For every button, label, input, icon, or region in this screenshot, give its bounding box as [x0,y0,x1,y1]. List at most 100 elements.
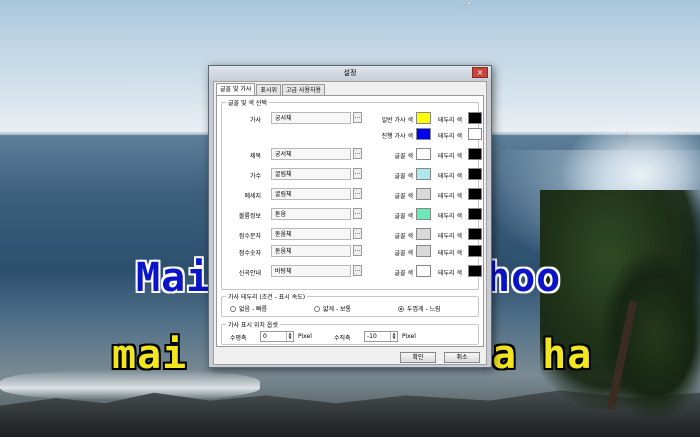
radio-outline-none[interactable]: 없음 - 빠름 [230,304,267,313]
color-label: 글꼴 색 [394,233,413,240]
color-label: 일반 가사 색 [381,117,413,124]
font-name-field[interactable]: 돋움체 [271,228,351,240]
color-swatch[interactable] [416,148,431,160]
radio-dot [230,305,236,312]
tab-display[interactable]: 표시위 [256,84,281,95]
dialog-titlebar[interactable]: 설정 × [209,66,491,80]
radio-label: 없음 - 빠름 [239,306,268,313]
mouse-pointer-icon: ➚ [463,0,472,11]
font-row-label: 볼륨정보 [238,213,261,220]
color-label: 글꼴 색 [394,213,413,220]
lyric-outline-group-title: 가사 테두리 (조건 - 표시 속도) [226,292,308,301]
color-swatch[interactable] [416,208,431,220]
color-swatch[interactable] [416,228,431,240]
spin-arrows-icon[interactable]: ▲ ▼ [390,332,397,341]
radio-label: 두껍게 - 느림 [407,306,441,313]
font-row-label: 제목 [249,153,261,160]
font-name-field[interactable]: 궁서체 [271,148,351,160]
outline-label: 테두리 색 [438,153,462,160]
font-row-label: 가사 [249,117,261,124]
color-swatch[interactable] [416,168,431,180]
karaoke-line1-right: hoo [486,255,562,301]
font-picker-button[interactable]: ... [353,208,362,219]
tab-advanced[interactable]: 고급 사용자용 [281,84,326,95]
vertical-label: 수직축 [334,335,351,342]
position-offset-group-title: 가사 표시 위치 옵셋 [226,320,280,329]
outline-label: 테두리 색 [438,173,462,180]
radio-label: 얇게 - 보통 [323,306,352,313]
horizontal-unit: Pixel [298,333,312,340]
font-name-field[interactable]: 돋움체 [271,245,351,257]
font-picker-button[interactable]: ... [353,245,362,256]
vertical-offset-value: -10 [367,333,377,340]
font-row: 점수숫자 돋움체... 글꼴 색 테두리 색 [223,245,483,258]
font-row-label: 점수숫자 [238,250,261,257]
outline-color-swatch[interactable] [468,245,482,257]
karaoke-line2-right: a ha [492,332,593,378]
settings-dialog: 설정 × 글꼴 및 가사 표시위 고급 사용자용 글꼴 및 색 선택 가사 궁서체… [208,65,492,368]
color-swatch[interactable] [416,245,431,257]
outline-color-swatch[interactable] [468,188,482,200]
color-swatch[interactable] [416,112,431,124]
font-row: 가사 궁서체... 일반 가사 색 테두리 색 [223,112,483,125]
font-row-label: 점수문자 [238,233,261,240]
tab-panel: 글꼴 및 색 선택 가사 궁서체... 일반 가사 색 테두리 색 진행 가사 색 테두리… [216,95,484,347]
tab-bar: 글꼴 및 가사 표시위 고급 사용자용 [216,83,326,95]
font-name-field[interactable]: 굴림체 [271,188,351,200]
font-name-field[interactable]: 굴림체 [271,168,351,180]
font-name-field[interactable]: 바탕체 [271,265,351,277]
cancel-button[interactable]: 취소 [444,352,480,363]
font-picker-button[interactable]: ... [353,228,362,239]
color-swatch[interactable] [416,188,431,200]
outline-label: 테두리 색 [438,117,462,124]
font-picker-button[interactable]: ... [353,112,362,123]
font-row: 제목 궁서체... 글꼴 색 테두리 색 [223,148,483,161]
ok-button[interactable]: 확인 [400,352,436,363]
font-name-field[interactable]: 궁서체 [271,112,351,124]
outline-color-swatch[interactable] [468,208,482,220]
horizontal-offset-value: 0 [263,333,267,340]
font-color-group-title: 글꼴 및 색 선택 [226,98,269,107]
color-swatch[interactable] [416,128,431,140]
lyric-outline-group: 가사 테두리 (조건 - 표시 속도) 없음 - 빠름 얇게 - 보통 두껍게 … [221,292,479,317]
radio-dot [398,305,404,312]
font-picker-button[interactable]: ... [353,148,362,159]
spin-arrows-icon[interactable]: ▲ ▼ [286,332,293,341]
font-row: 신곡안내 바탕체... 글꼴 색 테두리 색 [223,265,483,278]
font-picker-button[interactable]: ... [353,168,362,179]
radio-dot [314,305,320,312]
horizontal-offset-stepper[interactable]: 0 ▲ ▼ [260,331,294,342]
font-row: 볼륨정보 돋움... 글꼴 색 테두리 색 [223,208,483,221]
font-name-field[interactable]: 돋움 [271,208,351,220]
outline-label: 테두리 색 [438,213,462,220]
outline-label: 테두리 색 [438,270,462,277]
outline-color-swatch[interactable] [468,228,482,240]
outline-color-swatch[interactable] [468,265,482,277]
outline-color-swatch[interactable] [468,168,482,180]
radio-outline-thick[interactable]: 두껍게 - 느림 [398,304,441,313]
dialog-title: 설정 [343,69,357,77]
outline-color-swatch[interactable] [468,128,482,140]
font-row: 진행 가사 색 테두리 색 [223,128,483,141]
outline-label: 테두리 색 [438,233,462,240]
vertical-unit: Pixel [402,333,416,340]
radio-outline-thin[interactable]: 얇게 - 보통 [314,304,351,313]
outline-label: 테두리 색 [438,250,462,257]
font-picker-button[interactable]: ... [353,188,362,199]
color-label: 글꼴 색 [394,193,413,200]
vertical-offset-stepper[interactable]: -10 ▲ ▼ [364,331,398,342]
font-row: 점수문자 돋움체... 글꼴 색 테두리 색 [223,228,483,241]
outline-label: 테두리 색 [438,133,462,140]
karaoke-line1-left: Mai [136,255,212,301]
tab-font-lyrics[interactable]: 글꼴 및 가사 [216,83,256,95]
outline-color-swatch[interactable] [468,112,482,124]
close-button[interactable]: × [472,67,488,78]
color-swatch[interactable] [416,265,431,277]
outline-color-swatch[interactable] [468,148,482,160]
dialog-body: 글꼴 및 가사 표시위 고급 사용자용 글꼴 및 색 선택 가사 궁서체... 일반… [213,81,487,365]
hand-cursor-icon: ☝ [622,131,629,144]
position-offset-group: 가사 표시 위치 옵셋 수평축 0 ▲ ▼ Pixel 수직축 -10 ▲ ▼ Pi… [221,320,479,345]
color-label: 글꼴 색 [394,250,413,257]
outline-label: 테두리 색 [438,193,462,200]
font-picker-button[interactable]: ... [353,265,362,276]
